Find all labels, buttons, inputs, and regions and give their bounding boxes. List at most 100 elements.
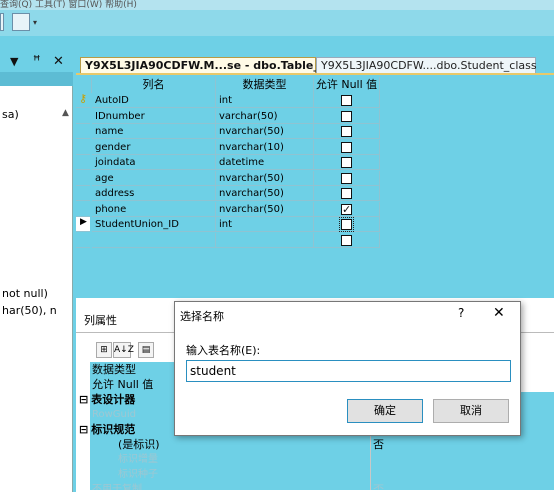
pane-text-line: har(50), n	[2, 304, 57, 317]
allow-null-checkbox[interactable]	[341, 126, 352, 137]
column-name-cell[interactable]: IDnumber	[92, 108, 216, 124]
property-value[interactable]	[370, 452, 554, 467]
chevron-down-icon[interactable]: ▾	[33, 18, 37, 27]
scroll-up-icon[interactable]: ▲	[62, 108, 69, 118]
row-selector[interactable]	[76, 155, 90, 170]
allow-null-checkbox[interactable]	[341, 172, 352, 184]
tab-underline	[76, 73, 554, 75]
primary-key-icon[interactable]: ⚷	[76, 92, 90, 108]
cancel-button[interactable]: 取消	[433, 399, 509, 423]
allow-null-cell	[314, 201, 380, 217]
table-name-input[interactable]: student	[186, 360, 511, 382]
table-row[interactable]: IDnumber varchar(50)	[76, 108, 554, 125]
allow-null-checkbox[interactable]	[341, 202, 352, 217]
data-type-cell[interactable]: nvarchar(50)	[216, 124, 314, 139]
pane-header: ▼ ꟸ ✕	[0, 52, 73, 72]
property-value[interactable]: 否	[370, 482, 554, 490]
property-pages-icon[interactable]: ▤	[138, 342, 154, 358]
row-selector[interactable]	[76, 139, 90, 155]
data-type-cell[interactable]: datetime	[216, 155, 314, 170]
close-icon[interactable]: ✕	[53, 52, 64, 72]
column-header-name: 列名	[92, 77, 216, 93]
collapse-icon[interactable]: ⊟	[79, 423, 88, 436]
pane-dropdown-icon[interactable]: ▼	[10, 52, 18, 72]
row-selector[interactable]	[76, 108, 90, 124]
data-type-cell[interactable]: varchar(50)	[216, 108, 314, 124]
property-label: 标识增量	[118, 454, 158, 465]
column-name-cell[interactable]: AutoID	[92, 93, 216, 108]
property-label: (是标识)	[118, 438, 160, 451]
current-row-indicator-icon[interactable]: ▶	[76, 217, 90, 232]
collapse-icon[interactable]: ⊟	[79, 393, 88, 406]
close-icon[interactable]: ✕	[493, 305, 505, 321]
allow-null-cell	[314, 186, 380, 201]
data-type-cell[interactable]: nvarchar(50)	[216, 186, 314, 201]
toolbar: ▾	[0, 10, 554, 36]
row-selector[interactable]	[76, 232, 90, 248]
data-type-cell[interactable]: nvarchar(10)	[216, 139, 314, 155]
table-row[interactable]: phone nvarchar(50)	[76, 201, 554, 218]
allow-null-cell	[314, 139, 380, 155]
table-row[interactable]: address nvarchar(50)	[76, 186, 554, 202]
column-name-cell[interactable]: address	[92, 186, 216, 201]
column-name-cell[interactable]: phone	[92, 201, 216, 217]
property-value[interactable]: 否	[370, 437, 554, 452]
data-type-cell[interactable]: int	[216, 217, 314, 232]
pin-icon[interactable]: ꟸ	[33, 52, 41, 72]
table-row[interactable]: joindata datetime	[76, 155, 554, 171]
table-row[interactable]	[76, 232, 554, 249]
allow-null-checkbox[interactable]	[339, 217, 354, 232]
image-icon[interactable]	[12, 13, 30, 31]
allow-null-checkbox[interactable]	[341, 95, 352, 106]
column-name-cell[interactable]: joindata	[92, 155, 216, 170]
categorized-icon[interactable]: ⊞	[96, 342, 112, 358]
pane-text-line: sa)	[2, 108, 19, 121]
property-row[interactable]: 不用于复制 否	[90, 482, 554, 490]
table-row[interactable]: ⚷ AutoID int	[76, 92, 554, 109]
allow-null-cell	[314, 108, 380, 124]
ok-button[interactable]: 确定	[347, 399, 423, 423]
table-row[interactable]: ▶ StudentUnion_ID int	[76, 217, 554, 233]
data-type-cell[interactable]: int	[216, 93, 314, 108]
sort-alpha-icon[interactable]: A↓Z	[113, 342, 134, 358]
data-type-cell[interactable]: nvarchar(50)	[216, 170, 314, 186]
allow-null-cell	[314, 217, 380, 232]
data-type-cell[interactable]	[216, 232, 314, 248]
column-name-cell[interactable]: name	[92, 124, 216, 139]
column-name-cell[interactable]	[92, 232, 216, 248]
column-name-cell[interactable]: StudentUnion_ID	[92, 217, 216, 232]
property-row[interactable]: 标识增量	[90, 452, 554, 467]
property-value[interactable]	[370, 467, 554, 482]
property-row[interactable]: (是标识) 否	[90, 437, 554, 452]
dialog-title: 选择名称	[180, 310, 224, 323]
menu-bar: 查询(Q) 工具(T) 窗口(W) 帮助(H)	[0, 0, 554, 10]
allow-null-checkbox[interactable]	[341, 188, 352, 199]
data-type-cell[interactable]: nvarchar(50)	[216, 201, 314, 217]
tab-table-1[interactable]: Y9X5L3JIA90CDFW.M...se - dbo.Table_1*	[80, 57, 332, 74]
tab-column-properties[interactable]: 列属性	[84, 312, 117, 328]
table-row[interactable]: name nvarchar(50)	[76, 124, 554, 140]
row-selector[interactable]	[76, 124, 90, 139]
property-row[interactable]: 标识种子	[90, 467, 554, 482]
allow-null-checkbox[interactable]	[341, 157, 352, 168]
allow-null-cell	[314, 170, 380, 186]
toolbar-edge-button[interactable]	[0, 13, 4, 31]
grid-corner	[76, 77, 92, 93]
allow-null-checkbox[interactable]	[341, 110, 352, 122]
column-name-cell[interactable]: gender	[92, 139, 216, 155]
tab-student-class[interactable]: Y9X5L3JIA90CDFW....dbo.Student_class	[316, 57, 537, 74]
row-selector[interactable]	[76, 186, 90, 201]
allow-null-cell	[314, 93, 380, 108]
row-selector[interactable]	[76, 201, 90, 217]
allow-null-cell	[314, 232, 380, 248]
allow-null-checkbox[interactable]	[341, 141, 352, 153]
allow-null-checkbox[interactable]	[341, 234, 352, 246]
property-label: 标识种子	[118, 469, 158, 480]
help-icon[interactable]: ?	[458, 306, 464, 320]
table-row[interactable]: age nvarchar(50)	[76, 170, 554, 187]
column-name-cell[interactable]: age	[92, 170, 216, 186]
row-selector[interactable]	[76, 170, 90, 186]
table-row[interactable]: gender nvarchar(10)	[76, 139, 554, 156]
property-label: 不用于复制	[92, 484, 142, 490]
choose-name-dialog: 选择名称 ? ✕ 输入表名称(E): student 确定 取消	[174, 301, 521, 436]
